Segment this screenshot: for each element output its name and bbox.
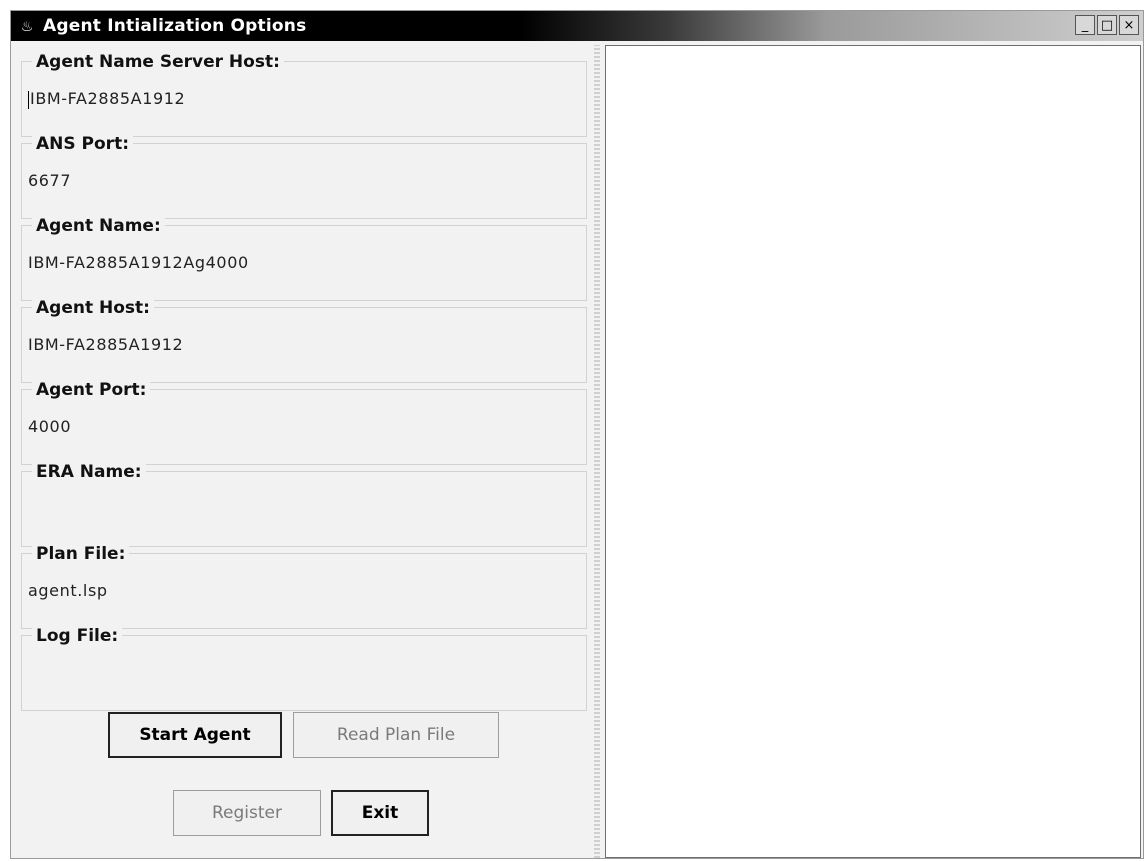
- field-label: Agent Host:: [32, 298, 154, 318]
- start-agent-button[interactable]: Start Agent: [108, 712, 282, 758]
- agent-init-window: ♨ Agent Intialization Options _ □ × Agen…: [10, 10, 1144, 859]
- minimize-button[interactable]: _: [1075, 15, 1095, 35]
- agent-port-input[interactable]: 4000: [24, 412, 572, 442]
- field-agent-name: Agent Name: IBM-FA2885A1912Ag4000: [21, 216, 587, 301]
- field-label: Agent Port:: [32, 380, 151, 400]
- field-era-name: ERA Name:: [21, 462, 587, 547]
- agent-host-input[interactable]: IBM-FA2885A1912: [24, 330, 572, 360]
- field-agent-host: Agent Host: IBM-FA2885A1912: [21, 298, 587, 383]
- input-text: IBM-FA2885A1912: [30, 89, 186, 108]
- title-bar[interactable]: ♨ Agent Intialization Options _ □ ×: [11, 11, 1143, 41]
- close-button[interactable]: ×: [1119, 15, 1139, 35]
- read-plan-file-button[interactable]: Read Plan File: [293, 712, 499, 758]
- options-panel: Agent Name Server Host: IBM-FA2885A1912 …: [15, 45, 591, 859]
- register-button[interactable]: Register: [173, 790, 321, 836]
- field-ans-port: ANS Port: 6677: [21, 134, 587, 219]
- text-caret: [28, 90, 29, 109]
- java-cup-icon: ♨: [20, 17, 34, 34]
- field-label: Agent Name:: [32, 216, 165, 236]
- exit-button[interactable]: Exit: [331, 790, 429, 836]
- agent-name-input[interactable]: IBM-FA2885A1912Ag4000: [24, 248, 572, 278]
- field-label: ANS Port:: [32, 134, 133, 154]
- ans-port-input[interactable]: 6677: [24, 166, 572, 196]
- field-plan-file: Plan File: agent.lsp: [21, 544, 587, 629]
- field-label: Plan File:: [32, 544, 130, 564]
- window-controls: _ □ ×: [1075, 15, 1139, 35]
- maximize-button[interactable]: □: [1097, 15, 1117, 35]
- log-file-input[interactable]: [24, 658, 572, 688]
- plan-file-input[interactable]: agent.lsp: [24, 576, 572, 606]
- field-label: Agent Name Server Host:: [32, 52, 284, 72]
- agent-name-server-host-input[interactable]: IBM-FA2885A1912: [24, 84, 572, 114]
- window-title: Agent Intialization Options: [43, 16, 307, 36]
- era-name-input[interactable]: [24, 494, 572, 524]
- field-agent-port: Agent Port: 4000: [21, 380, 587, 465]
- field-agent-name-server-host: Agent Name Server Host: IBM-FA2885A1912: [21, 52, 587, 137]
- field-label: ERA Name:: [32, 462, 146, 482]
- output-panel: [605, 45, 1141, 858]
- split-pane-divider[interactable]: [594, 45, 600, 858]
- field-label: Log File:: [32, 626, 123, 646]
- field-log-file: Log File:: [21, 626, 587, 711]
